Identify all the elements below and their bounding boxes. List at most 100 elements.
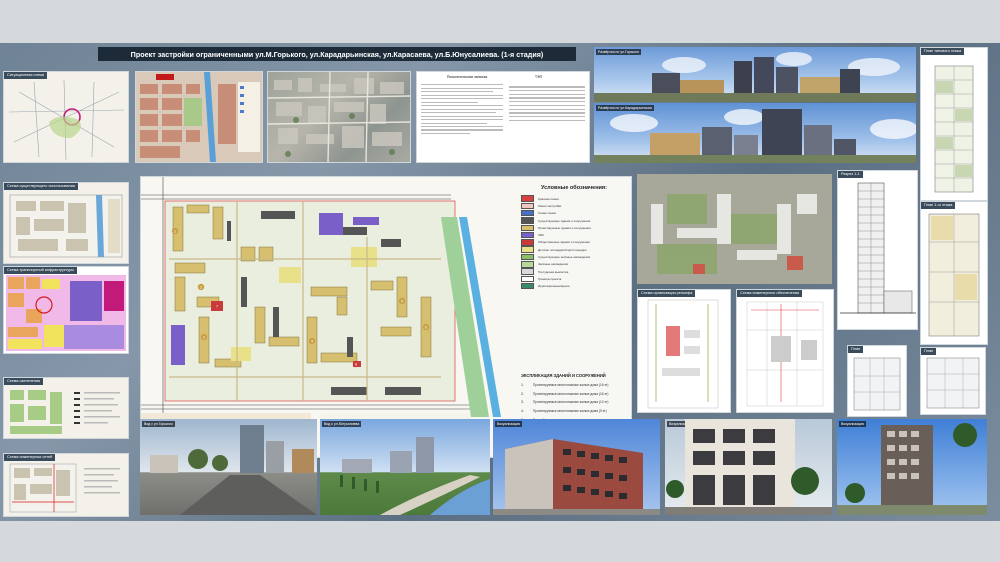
render-scene xyxy=(837,423,987,515)
legend-item: Существующие здания и сооружения xyxy=(521,217,627,224)
legend-swatch xyxy=(521,268,534,275)
plan-drawing xyxy=(853,357,901,411)
legend-item: Проектируемые здания и сооружения xyxy=(521,224,627,232)
scheme-drawing xyxy=(9,463,120,513)
legend-item: Зелёные насаждения xyxy=(521,261,627,268)
explication-row: 2. Проектируемые многоэтажные жилые дома … xyxy=(521,390,629,399)
legend-item: Детские площадки/спортплощадки xyxy=(521,246,627,253)
transport-scheme-panel: Схема транспортной инфраструктуры xyxy=(3,266,129,354)
building-marker-label: 5 xyxy=(401,299,403,303)
building-marker-label: 7 xyxy=(216,304,218,308)
situation-map xyxy=(8,79,125,161)
legend-label: Зелёные насаждения xyxy=(538,262,568,267)
legend-item: Красная линия xyxy=(521,195,627,202)
legend-label: Общественные здания и сооружения xyxy=(538,240,590,245)
explication-number: 2. xyxy=(521,391,524,396)
legend-title: Условные обозначения: xyxy=(541,185,607,191)
explication-row: 3. Проектируемые многоэтажные жилые дома … xyxy=(521,398,629,407)
legend-label: Детские площадки/спортплощадки xyxy=(538,247,587,252)
satellite-photo-panel xyxy=(267,71,411,163)
small-plan-panel-2: План xyxy=(920,347,986,415)
site-drawing xyxy=(746,301,824,407)
explication-number: 1. xyxy=(521,383,524,388)
note-text-block xyxy=(421,82,503,136)
explication-text: Проектируемые многоэтажные жилые дома (1… xyxy=(533,391,609,396)
explication-number: 4. xyxy=(521,409,524,414)
floor-plan-panel-2: План 1-го этажа xyxy=(920,201,988,345)
master-plan-panel: 1 2 3 4 5 6 7 8 Условные обозначения: Красная л… xyxy=(140,176,632,458)
section-drawing xyxy=(840,182,916,314)
legend-swatch xyxy=(521,202,534,210)
street-view-render-2: Вид с ул.Юнусалиева xyxy=(320,419,490,515)
panorama-buildings xyxy=(594,52,916,102)
legend-label: Красная линия xyxy=(538,196,559,201)
legend-label: Линия застройки xyxy=(538,203,562,208)
building-render-3: Визуализация xyxy=(493,419,660,515)
legend-swatch xyxy=(521,282,534,290)
scheme-drawing xyxy=(6,275,126,351)
legend-item: Линия застройки xyxy=(521,202,627,210)
building-marker-label: 4 xyxy=(311,339,313,343)
legend-swatch xyxy=(521,239,534,246)
legend-box: Условные обозначения: Красная линия Линия… xyxy=(521,185,627,290)
building-section-panel: Разрез 1-1 xyxy=(837,170,918,330)
site-drawing xyxy=(647,299,719,409)
legend-label: Тротуарная вымостка xyxy=(538,269,569,274)
legend-label: Проектируемые здания и сооружения xyxy=(538,225,591,230)
legend-item: Граница проекта xyxy=(521,275,627,283)
legend-list: Красная линия Линия застройки Синяя линия С… xyxy=(521,195,627,290)
zoning-map-panel: Схема функционального зонирования xyxy=(135,71,263,163)
legend-swatch xyxy=(521,231,534,239)
note-title: Пояснительная записка xyxy=(447,75,488,79)
legend-label: Существующие здания и сооружения xyxy=(538,218,591,223)
building-render-5: Визуализация xyxy=(837,419,987,515)
explication-row: 4. Проектируемые многоэтажные жилые дома … xyxy=(521,407,629,416)
floor-plan-panel-1: План типового этажа xyxy=(920,47,988,201)
zoning-map xyxy=(136,72,262,162)
building-marker-label: 2 xyxy=(200,285,202,289)
relief-scheme-panel: Схема организации рельефа xyxy=(637,289,731,413)
aerial-perspective-panel: Перспективный вид xyxy=(637,174,832,284)
legend-label: Ирригационные/арыки xyxy=(538,284,570,289)
floor-plan-drawing xyxy=(934,65,974,193)
explication-text: Проектируемые многоэтажные жилые дома (1… xyxy=(533,400,609,405)
render-scene xyxy=(150,425,317,515)
legend-swatch xyxy=(521,246,534,253)
legend-item: Синяя линия xyxy=(521,209,627,217)
board-title: Проект застройки ограниченными ул.М.Горь… xyxy=(98,47,576,61)
legend-swatch xyxy=(521,253,534,261)
legend-label: Граница проекта xyxy=(538,276,562,281)
master-plan-drawing: 1 2 3 4 5 6 7 8 xyxy=(141,177,521,457)
landscaping-scheme-panel: Схема озеленения xyxy=(3,377,129,439)
legend-swatch xyxy=(521,224,534,232)
explication-text: Проектируемые многоэтажные жилые дома (9… xyxy=(533,409,607,414)
render-scene xyxy=(665,419,832,515)
engineering-scheme-panel: Схема инженерных сетей xyxy=(3,453,129,517)
explication-text: Проектируемые многоэтажные жилые дома (1… xyxy=(533,383,609,388)
explication-row: 1. Проектируемые многоэтажные жилые дома … xyxy=(521,381,629,390)
situation-plan-panel: Ситуационная схема xyxy=(3,71,129,163)
building-marker-label: 1 xyxy=(174,229,176,233)
scheme-drawing xyxy=(10,390,120,434)
legend-item: Существующие зелёные насаждения xyxy=(521,253,627,261)
plan-drawing xyxy=(926,357,980,409)
legend-swatch xyxy=(521,261,534,268)
explication-number: 3. xyxy=(521,400,524,405)
legend-item: Тротуарная вымостка xyxy=(521,268,627,275)
building-marker-label: 3 xyxy=(203,335,205,339)
panorama-buildings xyxy=(594,109,916,163)
engineering-supply-panel: Схема инженерного обеспечения xyxy=(736,289,834,413)
street-view-render-1: Вид с ул.Горького xyxy=(140,419,317,515)
legend-label: СБК xyxy=(538,233,544,238)
street-panorama-1: Развёртка по ул.Горького xyxy=(594,47,916,102)
legend-swatch xyxy=(521,275,534,283)
existing-use-scheme-panel: Схема существующего использования xyxy=(3,182,129,264)
scheme-drawing xyxy=(9,194,123,258)
legend-item: СБК xyxy=(521,231,627,239)
teps-title: ТЭП xyxy=(535,75,542,79)
render-scene xyxy=(340,437,490,515)
explication-title: ЭКСПЛИКАЦИЯ ЗДАНИЙ И СООРУЖЕНИЙ xyxy=(521,373,606,378)
legend-label: Синяя линия xyxy=(538,211,556,216)
satellite-photo xyxy=(268,72,410,162)
legend-item: Ирригационные/арыки xyxy=(521,282,627,290)
